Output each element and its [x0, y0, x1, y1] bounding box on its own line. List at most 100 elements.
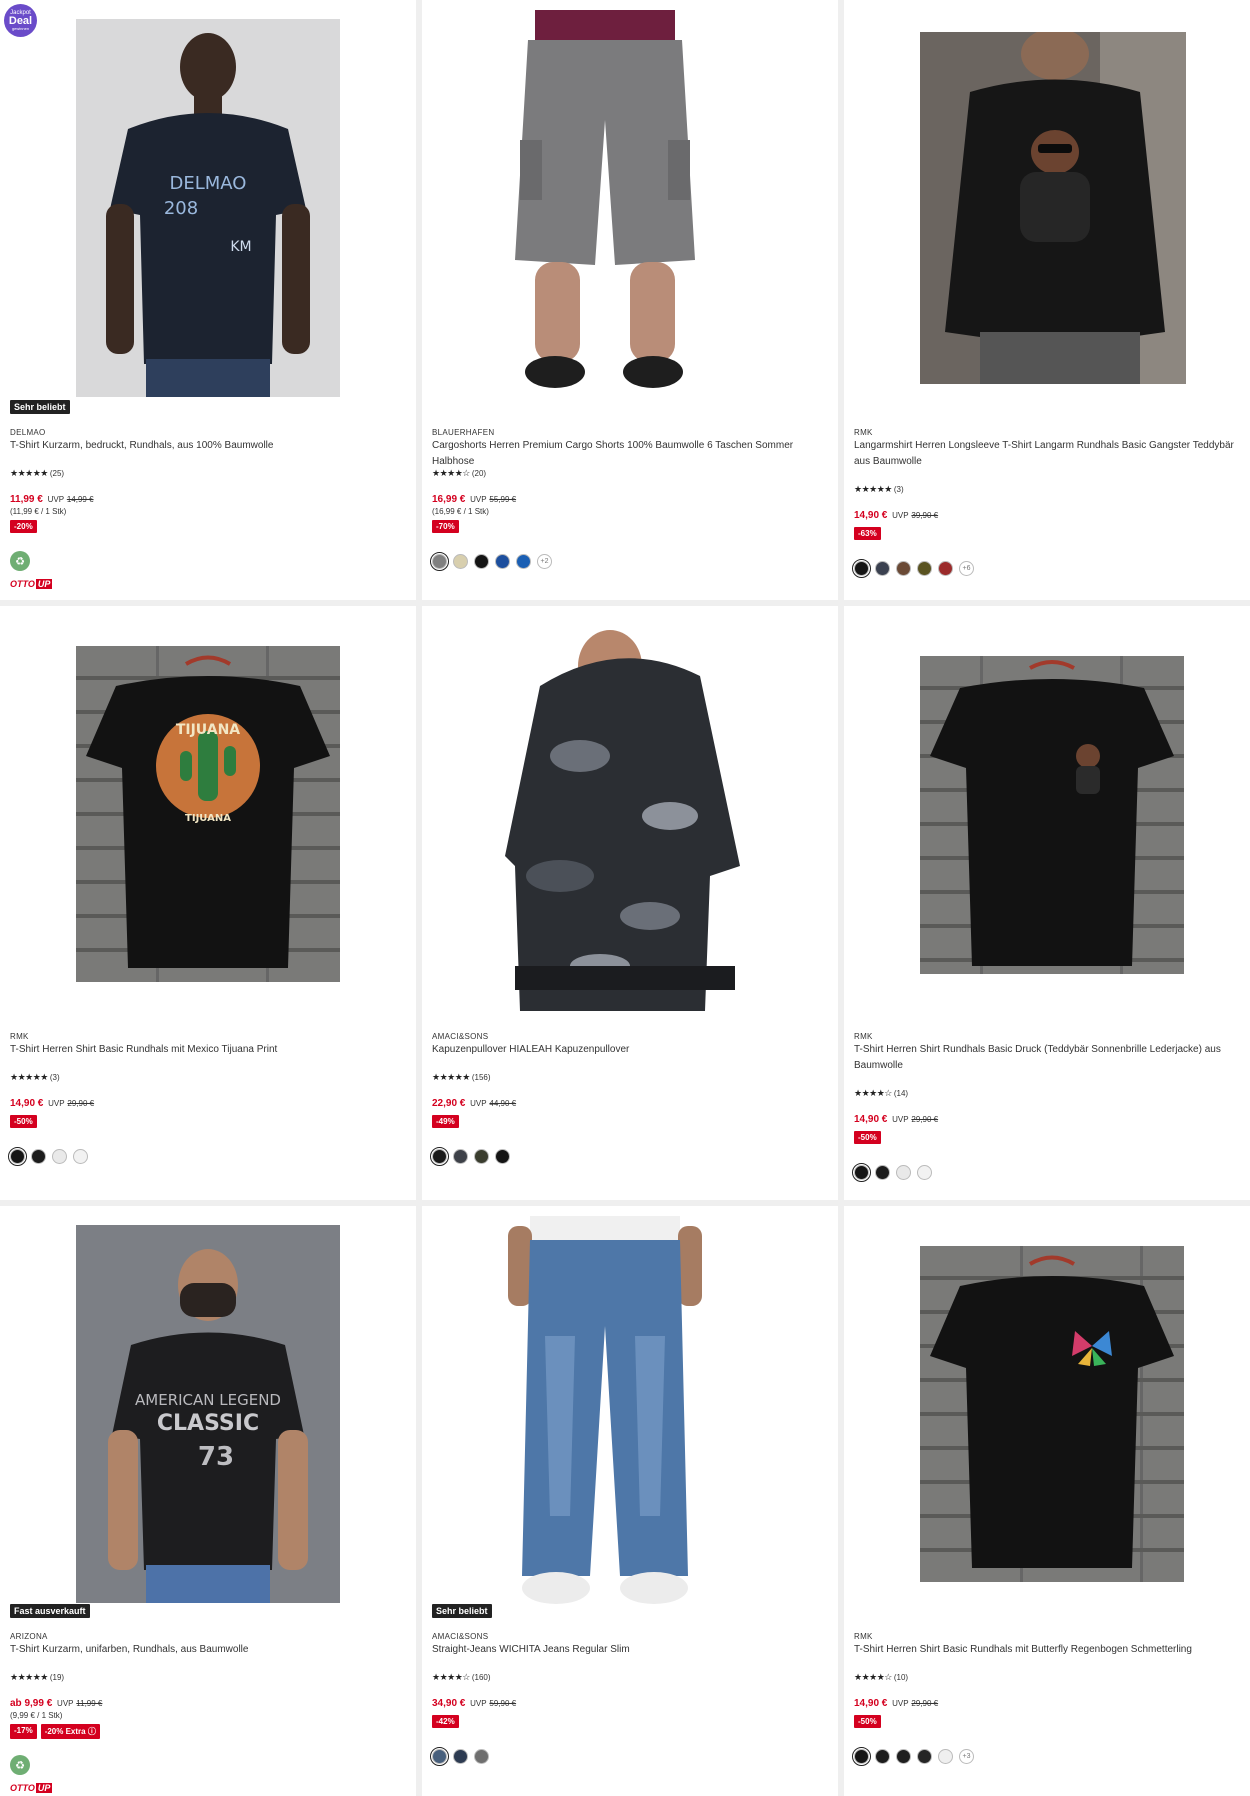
review-count: (10) [893, 1673, 909, 1682]
color-swatch[interactable] [31, 1149, 46, 1164]
color-swatch[interactable] [474, 554, 489, 569]
product-card[interactable]: RMK T-Shirt Herren Shirt Basic Rundhals m… [844, 1206, 1250, 1796]
star-rating-icon: ★★★★★ [10, 1072, 48, 1082]
product-rating[interactable]: ★★★★☆ (20) [432, 468, 486, 479]
color-swatch[interactable] [474, 1149, 489, 1164]
color-swatch[interactable] [896, 1165, 911, 1180]
original-price: 11,99 € [76, 1699, 103, 1708]
current-price: 22,90 € [432, 1098, 466, 1109]
product-rating[interactable]: ★★★★☆ (160) [432, 1672, 491, 1683]
product-card[interactable]: DELMAO 208 KM Sehr beliebt DELMAO T-Shirt Kur… [0, 0, 416, 600]
product-image[interactable]: DELMAO 208 KM [76, 19, 340, 397]
product-card[interactable]: AMACI&SONS Kapuzenpullover HIALEAH Kapuze… [422, 606, 838, 1200]
color-swatch[interactable] [896, 561, 911, 576]
more-colors-button[interactable]: +3 [959, 1749, 974, 1764]
product-image[interactable] [920, 32, 1186, 384]
current-price: 14,90 € [10, 1098, 44, 1109]
more-colors-button[interactable]: +2 [537, 554, 552, 569]
color-swatch[interactable] [495, 1149, 510, 1164]
product-rating[interactable]: ★★★★★ (25) [10, 468, 64, 479]
product-title[interactable]: Kapuzenpullover HIALEAH Kapuzenpullover [432, 1042, 824, 1058]
product-card[interactable]: BLAUERHAFEN Cargoshorts Herren Premium Ca… [422, 0, 838, 600]
svg-text:TIJUANA: TIJUANA [185, 813, 231, 824]
popularity-flag: Fast ausverkauft [10, 1604, 90, 1618]
discount-badge: -50% [854, 1715, 881, 1728]
product-brand: ARIZONA [10, 1632, 48, 1641]
color-swatch[interactable] [8, 1147, 27, 1166]
color-swatch[interactable] [453, 1749, 468, 1764]
product-rating[interactable]: ★★★★☆ (10) [854, 1672, 908, 1683]
color-swatch[interactable] [875, 1165, 890, 1180]
product-price: ab 9,99 € UVP 11,99 € [10, 1698, 102, 1709]
product-grid: Jackpot Deal gewinnen DELMAO 208 KM Sehr be… [0, 0, 1250, 1796]
discount-badges: -42% [432, 1715, 459, 1728]
original-price: 14,99 € [66, 495, 94, 504]
product-title[interactable]: T-Shirt Herren Shirt Rundhals Basic Druc… [854, 1042, 1236, 1074]
discount-badges: -20% [10, 520, 37, 533]
discount-badges: -50% [854, 1715, 881, 1728]
product-title[interactable]: Straight-Jeans WICHITA Jeans Regular Sli… [432, 1642, 824, 1658]
color-swatch[interactable] [852, 559, 871, 578]
product-title[interactable]: T-Shirt Kurzarm, bedruckt, Rundhals, aus… [10, 438, 402, 454]
product-image[interactable]: TIJUANA TIJUANA [76, 646, 340, 982]
product-title[interactable]: T-Shirt Kurzarm, unifarben, Rundhals, au… [10, 1642, 402, 1658]
otto-up-logo-icon: OTTO UP [10, 579, 53, 589]
product-image[interactable]: AMERICAN LEGEND CLASSIC 73 [76, 1225, 340, 1603]
product-rating[interactable]: ★★★★★ (156) [432, 1072, 491, 1083]
product-image[interactable] [500, 10, 710, 405]
color-swatch[interactable] [852, 1747, 871, 1766]
review-count: (3) [893, 485, 904, 494]
product-price: 22,90 € UVP 44,90 € [432, 1098, 516, 1109]
discount-badge[interactable]: -20% Extra ⓘ [40, 1724, 100, 1739]
product-price: 16,99 € UVP 55,99 € [432, 494, 516, 505]
color-swatch[interactable] [875, 561, 890, 576]
color-swatch[interactable] [917, 1165, 932, 1180]
sustainability-icon[interactable]: ♻ [10, 551, 30, 571]
product-title[interactable]: Langarmshirt Herren Longsleeve T-Shirt L… [854, 438, 1236, 470]
product-rating[interactable]: ★★★★★ (3) [10, 1072, 60, 1083]
color-swatch[interactable] [453, 554, 468, 569]
color-swatch[interactable] [875, 1749, 890, 1764]
product-rating[interactable]: ★★★★★ (19) [10, 1672, 64, 1683]
sustainability-icon[interactable]: ♻ [10, 1755, 30, 1775]
color-swatch[interactable] [852, 1163, 871, 1182]
color-swatch[interactable] [938, 1749, 953, 1764]
product-image[interactable] [500, 1216, 710, 1611]
color-swatch[interactable] [917, 561, 932, 576]
color-swatch[interactable] [516, 554, 531, 569]
product-image[interactable] [500, 616, 750, 1011]
color-swatch[interactable] [474, 1749, 489, 1764]
color-swatch[interactable] [52, 1149, 67, 1164]
product-title[interactable]: Cargoshorts Herren Premium Cargo Shorts … [432, 438, 824, 470]
color-swatch[interactable] [430, 1147, 449, 1166]
color-swatch[interactable] [430, 1747, 449, 1766]
star-rating-icon: ★★★★☆ [432, 468, 470, 478]
product-card[interactable]: Sehr beliebt AMACI&SONS Straight-Jeans WIC… [422, 1206, 838, 1796]
more-colors-button[interactable]: +6 [959, 561, 974, 576]
svg-text:DELMAO: DELMAO [170, 173, 247, 194]
color-swatch[interactable] [938, 561, 953, 576]
current-price: 14,90 € [854, 1114, 888, 1125]
color-swatch[interactable] [917, 1749, 932, 1764]
color-swatch[interactable] [896, 1749, 911, 1764]
color-swatch[interactable] [453, 1149, 468, 1164]
product-brand: BLAUERHAFEN [432, 428, 495, 437]
product-title[interactable]: T-Shirt Herren Shirt Basic Rundhals mit … [10, 1042, 402, 1058]
product-card[interactable]: TIJUANA TIJUANA RMK T-Shirt Herren Shirt Ba… [0, 606, 416, 1200]
svg-text:208: 208 [164, 198, 198, 219]
jackpot-deal-badge[interactable]: Jackpot Deal gewinnen [4, 4, 37, 37]
color-swatch[interactable] [73, 1149, 88, 1164]
uvp-label: UVP [470, 1699, 487, 1708]
color-swatch[interactable] [495, 554, 510, 569]
product-image[interactable] [920, 1246, 1184, 1582]
product-card[interactable]: RMK T-Shirt Herren Shirt Rundhals Basic D… [844, 606, 1250, 1200]
product-card[interactable]: AMERICAN LEGEND CLASSIC 73 Fast ausverkauft… [0, 1206, 416, 1796]
review-count: (3) [49, 1073, 60, 1082]
product-card[interactable]: RMK Langarmshirt Herren Longsleeve T-Shir… [844, 0, 1250, 600]
color-swatches [852, 1163, 932, 1182]
product-image[interactable] [920, 656, 1184, 974]
product-title[interactable]: T-Shirt Herren Shirt Basic Rundhals mit … [854, 1642, 1236, 1658]
color-swatch[interactable] [430, 552, 449, 571]
product-rating[interactable]: ★★★★★ (3) [854, 484, 904, 495]
product-rating[interactable]: ★★★★☆ (14) [854, 1088, 908, 1099]
